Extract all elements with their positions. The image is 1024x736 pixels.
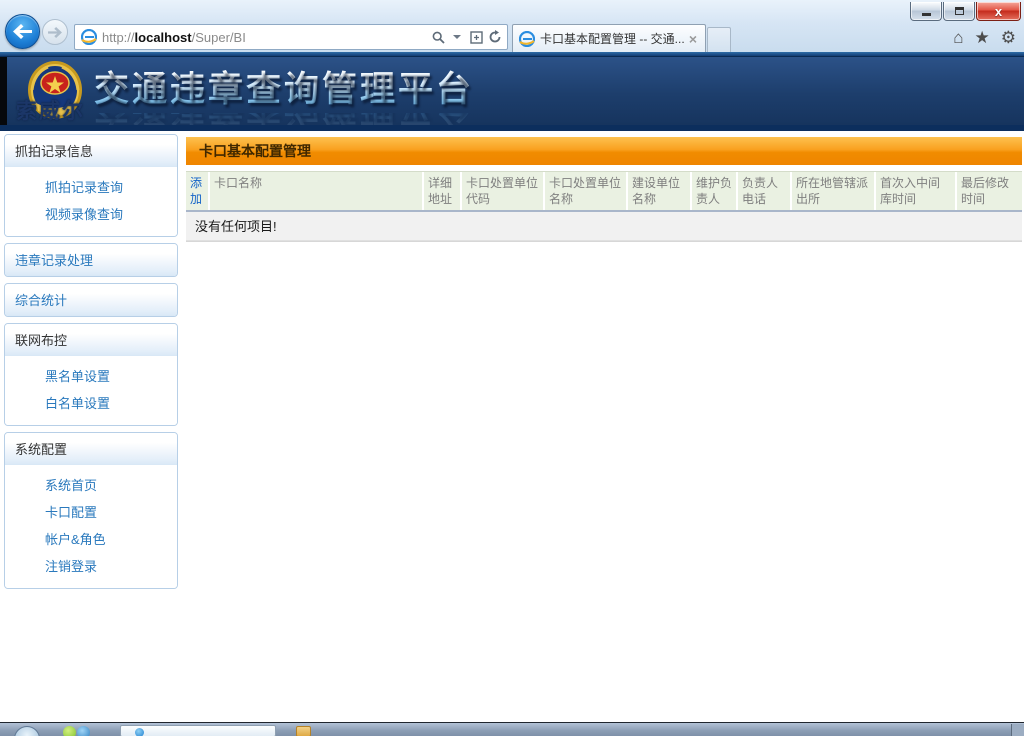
- tab-ie-icon: [519, 31, 535, 47]
- sidebar-group: 抓拍记录信息抓拍记录查询视频录像查询: [4, 134, 178, 237]
- column-header: 卡口处置单位名称: [545, 172, 628, 210]
- sidebar-group-items: 黑名单设置白名单设置: [5, 356, 177, 425]
- sidebar-group-header[interactable]: 违章记录处理: [5, 244, 177, 276]
- sidebar-group: 综合统计: [4, 283, 178, 317]
- browser-toolbar-icons: ⌂ ★ ⚙: [953, 27, 1016, 49]
- sidebar-group: 联网布控黑名单设置白名单设置: [4, 323, 178, 426]
- column-header: 详细地址: [424, 172, 462, 210]
- logo-text: 索威尔: [16, 95, 85, 125]
- table-header-row: 添加 卡口名称详细地址卡口处置单位代码卡口处置单位名称建设单位名称维护负责人负责…: [186, 171, 1022, 212]
- sidebar-group-header[interactable]: 抓拍记录信息: [5, 135, 177, 167]
- favorites-star-icon[interactable]: ★: [975, 27, 990, 49]
- url-path: /Super/BI: [192, 30, 246, 45]
- sidebar-group-header[interactable]: 联网布控: [5, 324, 177, 356]
- taskbar-app-icon-green[interactable]: [63, 726, 76, 736]
- close-button[interactable]: x: [976, 2, 1021, 21]
- column-header: 建设单位名称: [628, 172, 692, 210]
- refresh-icon[interactable]: [487, 28, 503, 46]
- browser-tab[interactable]: 卡口基本配置管理 -- 交通... ×: [512, 24, 706, 52]
- empty-message: 没有任何项目!: [186, 212, 1022, 241]
- back-arrow-icon: [13, 24, 32, 39]
- column-header: 维护负责人: [692, 172, 738, 210]
- sidebar-item[interactable]: 帐户&角色: [5, 525, 177, 552]
- url-text[interactable]: http://localhost/Super/BI: [102, 30, 427, 45]
- browser-chrome: x http://localhost/Super/BI: [0, 0, 1024, 52]
- home-icon[interactable]: ⌂: [953, 27, 963, 49]
- app-title-reflection: 交通违章查询管理平台: [94, 113, 474, 125]
- minimize-icon: [922, 13, 931, 16]
- sidebar-item[interactable]: 系统首页: [5, 471, 177, 498]
- window-controls: x: [909, 2, 1021, 21]
- taskbar-folder-icon[interactable]: [296, 726, 311, 736]
- sidebar-item[interactable]: 视频录像查询: [5, 200, 177, 227]
- url-host: localhost: [135, 30, 192, 45]
- column-header: 负责人电话: [738, 172, 792, 210]
- checkpoint-table: 添加 卡口名称详细地址卡口处置单位代码卡口处置单位名称建设单位名称维护负责人负责…: [186, 171, 1022, 242]
- column-header: 卡口名称: [210, 172, 424, 210]
- app-banner: 索威尔 交通违章查询管理平台 交通违章查询管理平台: [0, 56, 1024, 125]
- sidebar-group-header[interactable]: 系统配置: [5, 433, 177, 465]
- taskbar-ie-icon: [135, 728, 144, 736]
- app-title: 交通违章查询管理平台: [94, 61, 474, 112]
- tab-close-icon[interactable]: ×: [687, 32, 699, 46]
- tab-title: 卡口基本配置管理 -- 交通...: [540, 30, 687, 47]
- new-tab-button[interactable]: [707, 27, 731, 52]
- taskbar[interactable]: [0, 722, 1024, 736]
- column-header: 卡口处置单位代码: [462, 172, 545, 210]
- main-panel: 卡口基本配置管理 添加 卡口名称详细地址卡口处置单位代码卡口处置单位名称建设单位…: [186, 137, 1022, 242]
- column-header: 首次入中间库时间: [876, 172, 957, 210]
- column-header: 所在地管辖派出所: [792, 172, 876, 210]
- close-icon: x: [995, 5, 1002, 18]
- maximize-icon: [955, 7, 964, 15]
- start-orb[interactable]: [14, 726, 40, 736]
- tools-gear-icon[interactable]: ⚙: [1001, 27, 1016, 49]
- search-icon[interactable]: [430, 28, 446, 46]
- column-header: 最后修改时间: [957, 172, 1022, 210]
- panel-title-bar: 卡口基本配置管理: [186, 137, 1022, 165]
- taskbar-app-icon-blue[interactable]: [77, 726, 90, 736]
- browser-window: x http://localhost/Super/BI: [0, 0, 1024, 736]
- sidebar-group-items: 抓拍记录查询视频录像查询: [5, 167, 177, 236]
- sidebar-item[interactable]: 注销登录: [5, 552, 177, 579]
- address-bar-icons: [427, 28, 503, 46]
- sidebar-item[interactable]: 抓拍记录查询: [5, 173, 177, 200]
- address-bar[interactable]: http://localhost/Super/BI: [74, 24, 508, 50]
- forward-button[interactable]: [42, 19, 68, 45]
- taskbar-active-window-button[interactable]: [120, 725, 276, 736]
- banner-title-block: 交通违章查询管理平台 交通违章查询管理平台: [94, 61, 474, 125]
- page-content: 抓拍记录信息抓拍记录查询视频录像查询违章记录处理综合统计联网布控黑名单设置白名单…: [0, 125, 1024, 722]
- compatibility-view-icon[interactable]: [468, 28, 484, 46]
- search-dropdown-caret[interactable]: [449, 28, 465, 46]
- minimize-button[interactable]: [910, 2, 942, 21]
- sidebar-group-header[interactable]: 综合统计: [5, 284, 177, 316]
- show-desktop-button[interactable]: [1011, 724, 1024, 736]
- sidebar-item[interactable]: 黑名单设置: [5, 362, 177, 389]
- forward-arrow-icon: [48, 27, 62, 38]
- sidebar-group-items: 系统首页卡口配置帐户&角色注销登录: [5, 465, 177, 588]
- sidebar-group: 系统配置系统首页卡口配置帐户&角色注销登录: [4, 432, 178, 589]
- ie-favicon: [81, 29, 97, 45]
- url-prefix: http://: [102, 30, 135, 45]
- sidebar-group: 违章记录处理: [4, 243, 178, 277]
- sidebar-item[interactable]: 白名单设置: [5, 389, 177, 416]
- sidebar: 抓拍记录信息抓拍记录查询视频录像查询违章记录处理综合统计联网布控黑名单设置白名单…: [4, 134, 178, 595]
- maximize-button[interactable]: [943, 2, 975, 21]
- add-link[interactable]: 添加: [186, 172, 210, 210]
- back-button[interactable]: [5, 14, 40, 49]
- sidebar-item[interactable]: 卡口配置: [5, 498, 177, 525]
